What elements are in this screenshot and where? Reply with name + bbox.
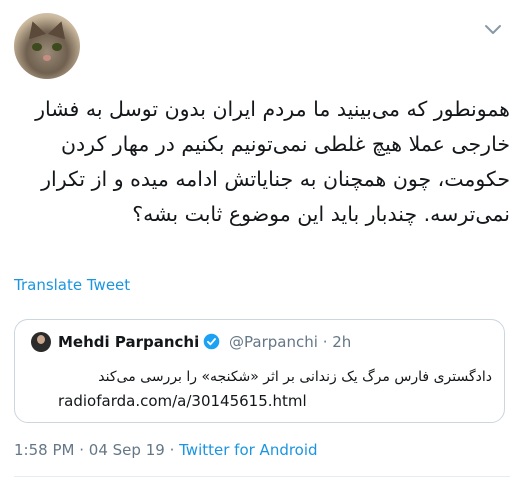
cat-nose xyxy=(43,55,51,61)
separator-dot: · xyxy=(322,333,328,351)
quoted-tweet-text: دادگستری فارس مرگ یک زندانی بر اثر «شکنج… xyxy=(98,369,492,385)
quoted-author-handle: @Parpanchi xyxy=(229,333,318,351)
quoted-tweet-header: Mehdi Parpanchi @Parpanchi · 2h xyxy=(58,333,351,354)
tweet-time[interactable]: 1:58 PM xyxy=(14,441,74,459)
verified-badge-icon xyxy=(203,333,220,354)
tweet-metadata: 1:58 PM · 04 Sep 19 · Twitter for Androi… xyxy=(14,441,318,459)
tweet-source-link[interactable]: Twitter for Android xyxy=(179,441,317,459)
quoted-tweet-link[interactable]: radiofarda.com/a/30145615.html xyxy=(58,392,307,410)
tweet-date[interactable]: 04 Sep 19 xyxy=(89,441,165,459)
author-avatar[interactable] xyxy=(14,13,80,79)
cat-eye xyxy=(52,43,62,51)
separator-dot: · xyxy=(169,441,175,459)
quoted-tweet-time: 2h xyxy=(332,333,352,351)
cat-ear xyxy=(47,18,71,40)
separator-dot: · xyxy=(79,441,85,459)
cat-eye xyxy=(32,43,42,51)
divider xyxy=(14,476,510,477)
quoted-tweet-card[interactable]: Mehdi Parpanchi @Parpanchi · 2h دادگستری… xyxy=(14,319,505,423)
tweet-text: همونطور که می‌بینید ما مردم ایران بدون ت… xyxy=(35,97,510,226)
chevron-down-icon[interactable] xyxy=(484,22,502,36)
cat-ear xyxy=(23,18,47,40)
translate-tweet-link[interactable]: Translate Tweet xyxy=(14,276,130,294)
quoted-author-name: Mehdi Parpanchi xyxy=(58,333,200,351)
quoted-author-avatar xyxy=(31,332,51,352)
